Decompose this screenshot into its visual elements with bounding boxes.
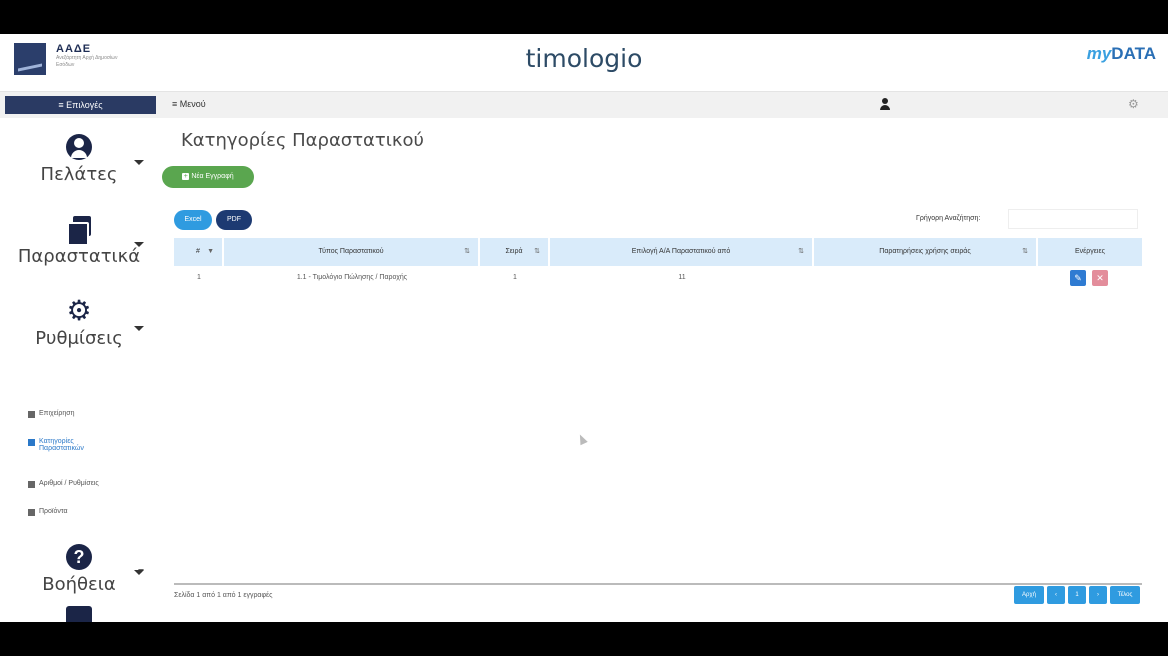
column-header-num[interactable]: # ▼ xyxy=(174,238,224,266)
building-icon xyxy=(28,411,35,418)
plus-icon: + xyxy=(182,173,190,180)
chevron-down-icon[interactable] xyxy=(134,326,144,331)
gear-icon: ⚙ xyxy=(66,295,92,326)
mydata-logo-my: my xyxy=(1086,44,1112,63)
sort-icon: ▼ xyxy=(207,248,214,255)
sort-icon: ⇅ xyxy=(464,248,470,255)
chevron-down-icon[interactable] xyxy=(134,160,144,165)
mouse-cursor-icon xyxy=(576,432,588,446)
box-icon xyxy=(28,509,35,516)
cell-series: 1 xyxy=(513,274,517,281)
menu-toggle[interactable]: ≡ Μενού xyxy=(172,99,206,109)
cell-start-from: 11 xyxy=(678,274,686,281)
add-new-button[interactable]: + Νέα Εγγραφή xyxy=(162,166,254,188)
page-title: Κατηγορίες Παραστατικού xyxy=(181,130,424,151)
sidebar-item-label: Παραστατικά xyxy=(17,246,141,267)
pager-last-button[interactable]: Τέλος xyxy=(1110,586,1140,604)
pager-first-button[interactable]: Αρχή xyxy=(1014,586,1044,604)
column-header-series[interactable]: Σειρά ⇅ xyxy=(480,238,550,266)
nav-bar: ≡ Επιλογές ≡ Μενού ⚙ xyxy=(0,92,1168,118)
column-header-start-from[interactable]: Επιλογή Α/Α Παραστατικού από ⇅ xyxy=(550,238,814,266)
delete-button[interactable]: ✕ xyxy=(1092,270,1108,286)
list-icon xyxy=(66,606,92,622)
options-button[interactable]: ≡ Επιλογές xyxy=(5,96,156,114)
table-info: Σελίδα 1 από 1 από 1 εγγραφές xyxy=(174,592,273,599)
table-row: 1 1.1 - Τιμολόγιο Πώλησης / Παροχής 1 11… xyxy=(174,268,1142,292)
mydata-logo[interactable]: myDATA xyxy=(1087,44,1156,64)
chevron-down-icon[interactable] xyxy=(134,242,144,247)
sidebar: Πελάτες Παραστατικά ⚙ Ρυθμίσεις Επιχείρη… xyxy=(0,118,158,622)
sidebar-subitem-numbers[interactable]: Αριθμοί / Ρυθμίσεις xyxy=(28,480,99,488)
top-header: ΑΑΔΕ Ανεξάρτητη Αρχή Δημοσίων Εσόδων tim… xyxy=(0,34,1168,92)
grid-icon xyxy=(28,481,35,488)
sidebar-item-label: Ρυθμίσεις xyxy=(35,328,123,349)
question-circle-icon: ? xyxy=(66,544,92,570)
sidebar-item-label: Βοήθεια xyxy=(42,574,116,595)
table-footer-divider xyxy=(174,583,1142,585)
app-window: ΑΑΔΕ Ανεξάρτητη Αρχή Δημοσίων Εσόδων tim… xyxy=(0,34,1168,622)
cell-num: 1 xyxy=(197,274,201,281)
column-header-type[interactable]: Τύπος Παραστατικού ⇅ xyxy=(224,238,480,266)
filter-icon xyxy=(28,439,35,446)
pager-next-button[interactable]: › xyxy=(1089,586,1107,604)
pager-prev-button[interactable]: ‹ xyxy=(1047,586,1065,604)
search-input[interactable] xyxy=(1008,209,1138,229)
sort-icon: ⇅ xyxy=(1022,248,1028,255)
settings-gear-icon[interactable]: ⚙ xyxy=(1128,97,1139,111)
table-header: # ▼ Τύπος Παραστατικού ⇅ Σειρά ⇅ Επιλογή Α/… xyxy=(174,238,1142,266)
sort-icon: ⇅ xyxy=(798,248,804,255)
user-icon[interactable] xyxy=(880,98,890,110)
sort-icon: ⇅ xyxy=(534,248,540,255)
pager-page-1[interactable]: 1 xyxy=(1068,586,1086,604)
sidebar-subitem-business[interactable]: Επιχείρηση xyxy=(28,410,75,418)
column-header-notes[interactable]: Παρατηρήσεις χρήσης σειράς ⇅ xyxy=(814,238,1038,266)
pagination: Αρχή ‹ 1 › Τέλος xyxy=(1014,586,1140,604)
search-label: Γρήγορη Αναζήτηση: xyxy=(916,215,981,222)
main-content: Κατηγορίες Παραστατικού + Νέα Εγγραφή Exc… xyxy=(158,118,1168,622)
column-header-actions: Ενέργειες xyxy=(1075,248,1105,255)
copy-icon xyxy=(66,216,92,246)
sidebar-item-more[interactable] xyxy=(0,606,158,622)
mydata-logo-data: DATA xyxy=(1111,44,1156,63)
export-excel-button[interactable]: Excel xyxy=(174,210,212,230)
sidebar-item-settings[interactable]: ⚙ Ρυθμίσεις xyxy=(0,295,158,350)
sidebar-subitem-document-categories[interactable]: Κατηγορίες Παραστατικών xyxy=(28,438,98,452)
chevron-down-icon[interactable] xyxy=(134,570,144,575)
edit-button[interactable]: ✎ xyxy=(1070,270,1086,286)
sidebar-subitem-products[interactable]: Προϊόντα xyxy=(28,508,68,516)
app-title: timologio xyxy=(525,44,643,73)
export-pdf-button[interactable]: PDF xyxy=(216,210,252,230)
cell-type: 1.1 - Τιμολόγιο Πώλησης / Παροχής xyxy=(296,274,408,281)
sidebar-item-label: Πελάτες xyxy=(40,164,118,185)
user-circle-icon xyxy=(66,134,92,160)
cell-notes xyxy=(814,268,1038,292)
